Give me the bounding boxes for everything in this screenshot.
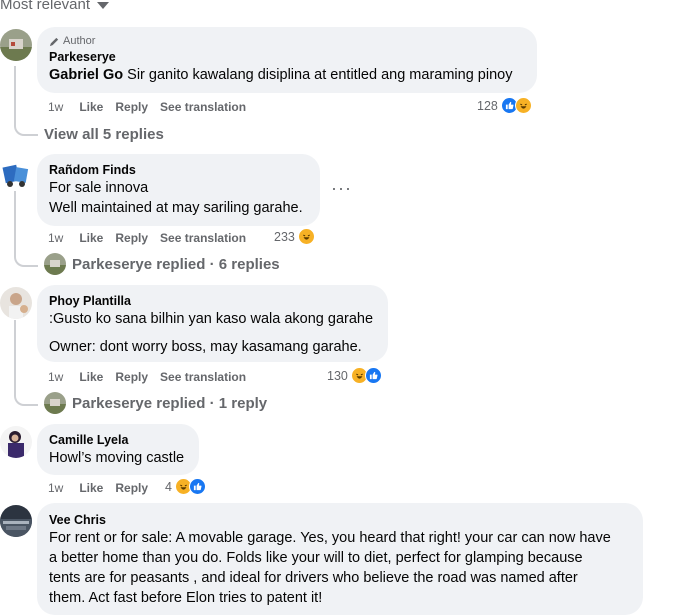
avatar-image — [0, 426, 32, 458]
comment-actions: 1w Like Reply See translation — [48, 370, 258, 384]
comment-text-line: For sale innova — [49, 180, 149, 196]
reaction-number: 233 — [274, 229, 295, 244]
reaction-count[interactable]: 233 — [274, 228, 315, 245]
reaction-count[interactable]: 4 — [165, 478, 206, 495]
reaction-count[interactable]: 128 — [477, 97, 532, 114]
comment-bubble: Camille Lyela Howl’s moving castle — [37, 424, 199, 475]
like-button[interactable]: Like — [79, 100, 103, 114]
see-translation-link[interactable]: See translation — [160, 370, 246, 384]
commenter-name[interactable]: Rañdom Finds — [49, 162, 308, 178]
thread-line — [14, 320, 16, 382]
reaction-number: 128 — [477, 98, 498, 113]
comment-bubble: Rañdom Finds For sale innova Well mainta… — [37, 154, 320, 226]
avatar-image — [0, 158, 32, 190]
commenter-name[interactable]: Vee Chris — [49, 512, 631, 528]
avatar[interactable] — [0, 426, 32, 458]
see-translation-link[interactable]: See translation — [160, 100, 246, 114]
timestamp[interactable]: 1w — [48, 100, 63, 114]
sort-label: Most relevant — [0, 0, 91, 13]
reply-button[interactable]: Reply — [115, 100, 148, 114]
comment-actions: 1w Like Reply See translation — [48, 100, 258, 114]
comment-text-line: them. Act fast before Elon tries to pate… — [49, 590, 323, 606]
timestamp[interactable]: 1w — [48, 231, 63, 245]
like-reaction-icon — [364, 367, 382, 384]
thread-line — [14, 191, 16, 243]
replied-link[interactable]: Parkeserye replied · 1 reply — [44, 392, 267, 414]
author-badge: Author — [49, 35, 525, 47]
view-replies-link[interactable]: View all 5 replies — [44, 126, 164, 143]
timestamp[interactable]: 1w — [48, 370, 63, 384]
avatar[interactable] — [0, 158, 32, 190]
comment-text-line: Owner: dont worry boss, may kasamang gar… — [49, 339, 362, 355]
thread-connector — [14, 382, 38, 406]
comment-bubble: Phoy Plantilla :Gusto ko sana bilhin yan… — [37, 285, 388, 362]
reply-button[interactable]: Reply — [115, 481, 148, 495]
comment-bubble: Vee Chris For rent or for sale: A movabl… — [37, 503, 643, 615]
like-button[interactable]: Like — [79, 481, 103, 495]
replied-link[interactable]: Parkeserye replied · 6 replies — [44, 253, 280, 275]
comment-text: Gabriel Go Sir ganito kawalang disiplina… — [49, 65, 525, 85]
chevron-down-icon — [97, 1, 110, 9]
haha-reaction-icon — [297, 228, 315, 245]
like-button[interactable]: Like — [79, 231, 103, 245]
commenter-name[interactable]: Phoy Plantilla — [49, 293, 376, 309]
avatar — [44, 253, 66, 275]
sort-dropdown[interactable]: Most relevant — [0, 0, 110, 13]
reaction-number: 130 — [327, 368, 348, 383]
comment-text-line: Well maintained at may sariling garahe. — [49, 200, 303, 216]
reaction-count[interactable]: 130 — [327, 367, 382, 384]
reply-button[interactable]: Reply — [115, 370, 148, 384]
comment-actions: 1w Like Reply See translation — [48, 231, 258, 245]
commenter-name[interactable]: Camille Lyela — [49, 432, 187, 448]
comment-text-line: a better home than you do. Folds like yo… — [49, 550, 583, 566]
pencil-icon — [49, 37, 59, 46]
replied-label: Parkeserye replied · 1 reply — [72, 394, 268, 412]
avatar[interactable] — [0, 29, 32, 61]
reaction-number: 4 — [165, 479, 172, 494]
comment-text-line: For rent or for sale: A movable garage. … — [49, 530, 611, 546]
avatar-image — [0, 29, 32, 61]
comment-actions: 1w Like Reply — [48, 481, 160, 495]
commenter-name[interactable]: Parkeserye — [49, 49, 525, 65]
like-button[interactable]: Like — [79, 370, 103, 384]
thread-connector — [14, 66, 38, 136]
comment-body: Sir ganito kawalang disiplina at entitle… — [123, 67, 513, 83]
replied-label: Parkeserye replied · 6 replies — [72, 255, 280, 273]
comment-bubble: Author Parkeserye Gabriel Go Sir ganito … — [37, 27, 537, 93]
avatar[interactable] — [0, 505, 32, 537]
avatar[interactable] — [0, 287, 32, 319]
comment-text-line: Howl’s moving castle — [49, 450, 185, 466]
avatar — [44, 392, 66, 414]
comment-text-line: tents are for peasants , and ideal for d… — [49, 570, 578, 586]
avatar-image — [0, 505, 32, 537]
like-reaction-icon — [188, 478, 206, 495]
mention-link[interactable]: Gabriel Go — [49, 67, 123, 83]
thread-connector — [14, 243, 38, 267]
timestamp[interactable]: 1w — [48, 481, 63, 495]
comment-text-line: :Gusto ko sana bilhin yan kaso wala akon… — [49, 311, 374, 327]
author-badge-label: Author — [63, 35, 96, 47]
view-replies-label: View all 5 replies — [44, 126, 164, 143]
haha-reaction-icon — [514, 97, 532, 114]
reply-button[interactable]: Reply — [115, 231, 148, 245]
avatar-image — [0, 287, 32, 319]
more-options-button[interactable]: ··· — [331, 178, 352, 199]
see-translation-link[interactable]: See translation — [160, 231, 246, 245]
